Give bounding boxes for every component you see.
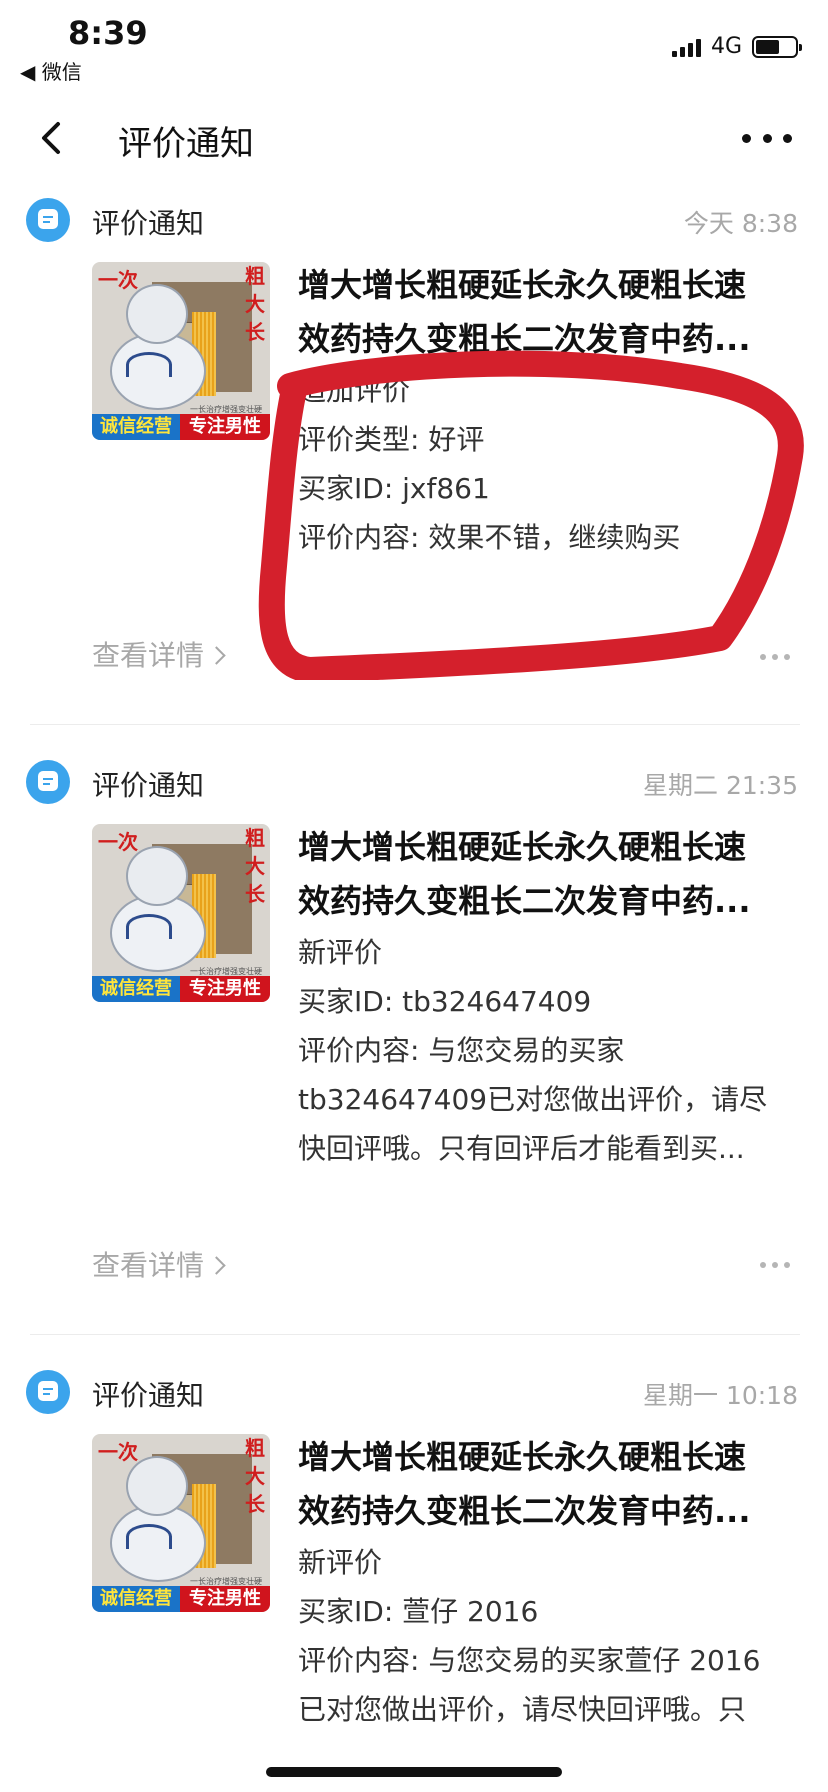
review-line: 评价内容: 效果不错，继续购买: [298, 521, 681, 554]
product-title[interactable]: 增大增长粗硬延长永久硬粗长速: [298, 820, 798, 874]
notification-header: 评价通知 星期二 21:35: [0, 752, 828, 812]
review-line: 新评价: [298, 1546, 383, 1579]
thumb-side-text: 粗大长: [245, 826, 265, 906]
review-line: 评价类型: 好评: [298, 423, 485, 456]
view-detail-link[interactable]: 查看详情: [92, 634, 226, 674]
review-line: 已对您做出评价，请尽快回评哦。只: [298, 1693, 747, 1726]
review-line: 买家ID: tb324647409: [298, 985, 592, 1018]
thumb-banner: 诚信经营 专注男性: [92, 414, 270, 440]
message-icon: [26, 1370, 70, 1414]
product-title[interactable]: 效药持久变粗长二次发育中药...: [298, 1484, 798, 1538]
home-indicator[interactable]: [266, 1767, 562, 1777]
signal-icon: [671, 37, 701, 57]
review-line: 评价内容: 与您交易的买家: [298, 1034, 625, 1067]
back-button[interactable]: [34, 116, 74, 160]
status-indicators: 4G: [671, 34, 802, 59]
notification-time: 星期一 10:18: [643, 1381, 798, 1410]
card-more-button[interactable]: [760, 1262, 790, 1268]
product-title[interactable]: 效药持久变粗长二次发育中药...: [298, 874, 798, 928]
product-thumbnail[interactable]: 一次 粗大长 一长治疗增强变壮硬 诚信经营 专注男性: [92, 1434, 270, 1612]
review-line: 新评价: [298, 936, 383, 969]
thumb-side-text: 粗大长: [245, 1436, 265, 1516]
status-bar: 8:39 ◀ 微信 4G: [0, 0, 828, 90]
review-line: 买家ID: jxf861: [298, 472, 490, 505]
back-to-app-link[interactable]: ◀ 微信: [20, 56, 82, 85]
chevron-left-icon: [42, 122, 60, 154]
product-thumbnail[interactable]: 一次 粗大长 一长治疗增强变壮硬 诚信经营 专注男性: [92, 262, 270, 440]
thumb-side-text: 粗大长: [245, 264, 265, 344]
notification-header: 评价通知 星期一 10:18: [0, 1362, 828, 1422]
thumb-text: 一次: [98, 268, 138, 292]
notification-label: 评价通知: [92, 1379, 205, 1412]
view-detail-link[interactable]: 查看详情: [92, 1244, 226, 1284]
thumb-text: 一次: [98, 830, 138, 854]
product-title[interactable]: 增大增长粗硬延长永久硬粗长速: [298, 1430, 798, 1484]
notification-label: 评价通知: [92, 207, 205, 240]
notification-label: 评价通知: [92, 769, 205, 802]
divider: [30, 1334, 800, 1335]
product-title[interactable]: 增大增长粗硬延长永久硬粗长速: [298, 258, 798, 312]
review-line: 买家ID: 萱仔 2016: [298, 1595, 539, 1628]
product-title[interactable]: 效药持久变粗长二次发育中药...: [298, 312, 798, 366]
notification-time: 星期二 21:35: [643, 771, 798, 800]
page-title: 评价通知: [118, 124, 254, 164]
thumb-banner: 诚信经营 专注男性: [92, 976, 270, 1002]
battery-icon: [752, 35, 802, 58]
notification-header: 评价通知 今天 8:38: [0, 190, 828, 250]
review-line: 快回评哦。只有回评后才能看到买...: [298, 1132, 745, 1165]
chevron-right-icon: [207, 1256, 226, 1275]
review-line: tb324647409已对您做出评价，请尽: [298, 1083, 768, 1116]
card-more-button[interactable]: [760, 654, 790, 660]
more-options-button[interactable]: [742, 120, 792, 156]
product-thumbnail[interactable]: 一次 粗大长 一长治疗增强变壮硬 诚信经营 专注男性: [92, 824, 270, 1002]
network-type: 4G: [710, 34, 742, 59]
thumb-text: 一次: [98, 1440, 138, 1464]
review-line: 评价内容: 与您交易的买家萱仔 2016: [298, 1644, 761, 1677]
message-icon: [26, 198, 70, 242]
review-line: 追加评价: [298, 374, 411, 407]
divider: [30, 724, 800, 725]
thumb-banner: 诚信经营 专注男性: [92, 1586, 270, 1612]
nav-bar: 评价通知: [0, 96, 828, 180]
status-time: 8:39: [68, 14, 148, 52]
chevron-right-icon: [207, 646, 226, 665]
message-icon: [26, 760, 70, 804]
notification-time: 今天 8:38: [683, 209, 798, 238]
